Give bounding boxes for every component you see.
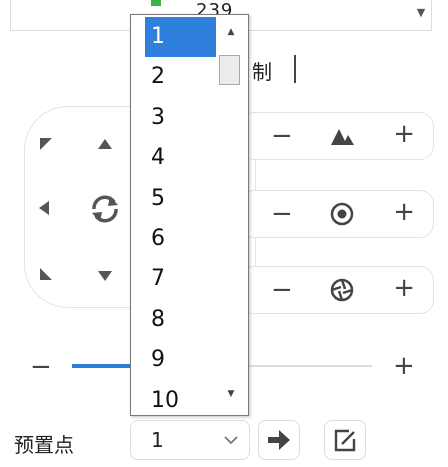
target-icon — [330, 202, 354, 226]
zoom-control: − + — [240, 112, 434, 160]
dropdown-option[interactable]: 3 — [145, 98, 219, 138]
focus-control: − + — [240, 190, 434, 238]
preset-label: 预置点 — [14, 433, 74, 457]
dropdown-option[interactable]: 5 — [145, 179, 219, 219]
dropdown-option[interactable]: 8 — [145, 300, 219, 340]
dropdown-option[interactable]: 6 — [145, 219, 219, 259]
edit-icon — [334, 429, 356, 452]
focus-near-button[interactable]: − — [271, 199, 293, 229]
dropdown-option[interactable]: 2 — [145, 57, 219, 97]
preset-select-value: 1 — [151, 428, 164, 452]
dropdown-option[interactable]: 1 — [145, 17, 219, 57]
chevron-down-icon[interactable]: ▼ — [411, 6, 431, 26]
dropdown-option[interactable]: 4 — [145, 138, 219, 178]
arrow-right-icon — [268, 430, 290, 450]
speed-decrease-button[interactable]: − — [30, 352, 52, 382]
status-indicator — [151, 0, 161, 6]
dropdown-option[interactable]: 9 — [145, 340, 219, 380]
mountain-icon — [331, 129, 354, 145]
preset-select[interactable]: 1 — [130, 420, 250, 460]
iris-control: − + — [240, 266, 434, 314]
goto-preset-button[interactable] — [258, 420, 300, 460]
zoom-out-button[interactable]: − — [271, 121, 293, 151]
dropdown-scrollbar[interactable]: ▲ ▼ — [216, 15, 246, 415]
dropdown-option[interactable]: 10 — [145, 381, 219, 421]
scroll-down-icon[interactable]: ▼ — [223, 389, 239, 405]
scrollbar-thumb[interactable] — [219, 55, 240, 85]
zoom-in-button[interactable]: + — [393, 119, 415, 149]
scroll-up-icon[interactable]: ▲ — [223, 27, 239, 43]
arrow-left-icon[interactable] — [38, 200, 50, 216]
arrow-up-left-icon[interactable] — [38, 136, 54, 152]
dropdown-option[interactable]: 7 — [145, 259, 219, 299]
tab-divider — [294, 55, 296, 83]
chevron-down-icon — [224, 436, 238, 445]
preset-dropdown-list: 1 2 3 4 5 6 7 8 9 10 ▲ ▼ — [130, 14, 249, 416]
arrow-down-left-icon[interactable] — [38, 266, 54, 282]
arrow-up-icon[interactable] — [97, 138, 113, 150]
arrow-down-icon[interactable] — [97, 270, 113, 282]
iris-open-button[interactable]: + — [393, 273, 415, 303]
speed-increase-button[interactable]: + — [393, 351, 415, 381]
speed-slider-fill — [72, 364, 134, 368]
edit-preset-button[interactable] — [324, 420, 366, 460]
focus-far-button[interactable]: + — [393, 197, 415, 227]
aperture-icon — [330, 278, 354, 302]
tab-label: 制 — [252, 60, 272, 84]
auto-rotate-icon[interactable] — [88, 192, 122, 226]
iris-close-button[interactable]: − — [271, 275, 293, 305]
